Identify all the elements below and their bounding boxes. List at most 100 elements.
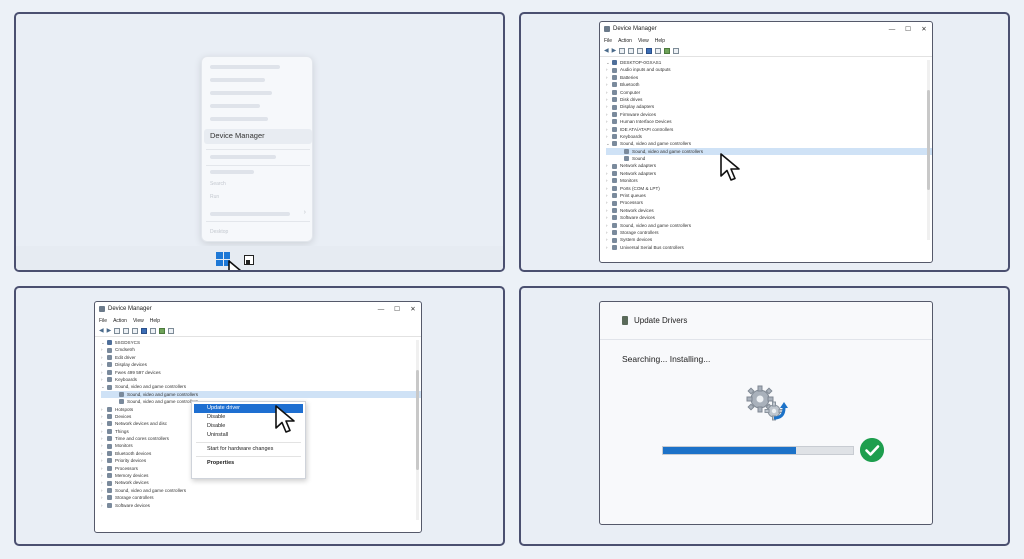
device-icon — [612, 111, 617, 117]
close-button[interactable]: ✕ — [405, 305, 421, 313]
device-category-node[interactable]: › Computer — [606, 89, 932, 96]
device-category-node[interactable]: › IDE ATA/ATAPI controllers — [606, 126, 932, 133]
help-icon[interactable] — [646, 48, 653, 54]
menu-item-placeholder[interactable] — [210, 104, 260, 108]
tree-node-label: 5SGDSYCS — [115, 340, 141, 345]
update-icon[interactable] — [655, 48, 662, 54]
device-category-node[interactable]: › Sound, video and game controllers — [606, 222, 932, 229]
scrollbar[interactable] — [416, 340, 419, 520]
back-arrow-icon[interactable]: ◀ — [604, 48, 609, 54]
device-category-node[interactable]: › Keyboards — [606, 133, 932, 140]
menu-action[interactable]: Action — [618, 38, 632, 44]
tree-node-label: Ports (COM & LPT) — [620, 185, 660, 191]
device-category-node[interactable]: › Firmware devices — [606, 111, 932, 118]
properties-icon[interactable] — [619, 48, 626, 54]
computer-root-node[interactable]: ⌄ 5SGDSYCS — [101, 339, 421, 346]
device-category-node[interactable]: Sound, video and game controllers — [606, 147, 932, 156]
device-category-node[interactable]: › Storage controllers — [101, 494, 421, 501]
menu-item-placeholder[interactable] — [210, 65, 280, 69]
device-category-node[interactable]: Sound — [606, 155, 932, 162]
device-category-node[interactable]: ⌄ Sound, video and game controllers — [101, 383, 421, 390]
back-arrow-icon[interactable]: ◀ — [99, 328, 104, 334]
device-category-node[interactable]: ⌄ Sound, video and game controllers — [606, 140, 932, 147]
device-category-node[interactable]: › Print queues — [606, 192, 932, 199]
device-category-node[interactable]: › Software devices — [606, 214, 932, 221]
device-category-node[interactable]: › Display adapters — [606, 103, 932, 110]
menu-view[interactable]: View — [638, 38, 649, 44]
device-category-node[interactable]: › Keyboards — [101, 376, 421, 383]
device-category-node[interactable]: › Batteries — [606, 74, 932, 81]
grid-icon[interactable] — [637, 48, 644, 54]
menu-item-placeholder[interactable] — [210, 170, 254, 174]
properties-menu-item[interactable]: Properties — [192, 459, 305, 468]
tree-node-label: Network adapters — [620, 163, 657, 169]
device-category-node[interactable]: › Disk drives — [606, 96, 932, 103]
device-category-node[interactable]: › Storage controllers — [606, 229, 932, 236]
window-title: Device Manager — [613, 26, 657, 32]
device-category-node[interactable]: › Ports (COM & LPT) — [606, 185, 932, 192]
computer-root-node[interactable]: ⌄ DESKTOP-0GXAS1 — [606, 59, 932, 66]
grid-icon[interactable] — [132, 328, 139, 334]
scan-hardware-menu-item[interactable]: Start for hardware changes — [192, 445, 305, 454]
device-category-node[interactable]: › System devices — [606, 236, 932, 243]
device-category-node[interactable]: › Audio inputs and outputs — [606, 66, 932, 73]
menu-item-placeholder[interactable] — [210, 78, 265, 82]
device-category-node[interactable]: › Network devices — [101, 479, 421, 486]
forward-arrow-icon[interactable]: ▶ — [107, 328, 112, 334]
device-manager-icon — [99, 306, 105, 312]
view-icon[interactable] — [123, 328, 130, 334]
scan-icon[interactable] — [159, 328, 166, 334]
device-category-node[interactable]: › Cmdsetrh — [101, 346, 421, 353]
menu-file[interactable]: File — [604, 38, 612, 44]
device-category-node[interactable]: › Fwes 499 597 devices — [101, 369, 421, 376]
shutdown-menu-item[interactable] — [210, 212, 290, 216]
menu-help[interactable]: Help — [150, 318, 160, 324]
run-menu-item[interactable]: Run — [210, 194, 219, 200]
tree-node-label: Processors — [620, 200, 643, 206]
search-menu-item[interactable]: Search — [210, 181, 226, 187]
device-category-node[interactable]: › Network devices — [606, 207, 932, 214]
device-manager-menu-item[interactable]: Device Manager — [210, 131, 265, 140]
maximize-button[interactable]: ☐ — [389, 305, 405, 313]
device-category-node[interactable]: › Network adapters — [606, 170, 932, 177]
menu-item-placeholder[interactable] — [210, 155, 276, 159]
scan-icon[interactable] — [664, 48, 671, 54]
scrollbar[interactable] — [927, 60, 930, 240]
close-button[interactable]: ✕ — [916, 25, 932, 33]
device-category-node[interactable]: › Bluetooth — [606, 81, 932, 88]
menu-item-placeholder[interactable] — [210, 117, 268, 121]
view-icon[interactable] — [628, 48, 635, 54]
device-category-node[interactable]: › Human Interface Devices — [606, 118, 932, 125]
device-category-node[interactable]: › Monitors — [606, 177, 932, 184]
device-category-node[interactable]: › Sound, video and game controllers — [101, 487, 421, 494]
device-icon — [612, 193, 617, 199]
desktop-menu-item[interactable]: Desktop — [210, 229, 228, 235]
minimize-button[interactable]: — — [884, 26, 900, 33]
menu-file[interactable]: File — [99, 318, 107, 324]
maximize-button[interactable]: ☐ — [900, 25, 916, 33]
device-category-node[interactable]: › Edit driver — [101, 354, 421, 361]
properties-icon[interactable] — [114, 328, 121, 334]
success-check-icon — [860, 438, 884, 462]
tree-node-label: Network devices — [115, 480, 149, 486]
forward-arrow-icon[interactable]: ▶ — [612, 48, 617, 54]
device-category-node[interactable]: › Display devices — [101, 361, 421, 368]
menu-item-placeholder[interactable] — [210, 91, 272, 95]
device-category-node[interactable]: Sound, video and game controllers — [101, 390, 421, 399]
device-category-node[interactable]: › Software devices — [101, 502, 421, 509]
device-icon — [107, 354, 112, 360]
update-icon[interactable] — [150, 328, 157, 334]
device-category-node[interactable]: › Processors — [606, 199, 932, 206]
menu-view[interactable]: View — [133, 318, 144, 324]
menu-help[interactable]: Help — [655, 38, 665, 44]
device-category-node[interactable]: › Universal Serial Bus controllers — [606, 244, 932, 251]
step3-panel: Device Manager — ☐ ✕ File Action View He… — [14, 286, 505, 546]
minimize-button[interactable]: — — [373, 306, 389, 313]
device-category-node[interactable]: › Network adapters — [606, 162, 932, 169]
monitor-icon[interactable] — [168, 328, 175, 334]
menu-action[interactable]: Action — [113, 318, 127, 324]
help-icon[interactable] — [141, 328, 148, 334]
monitor-icon[interactable] — [673, 48, 680, 54]
progress-bar — [662, 446, 854, 455]
cursor-icon — [228, 260, 242, 270]
